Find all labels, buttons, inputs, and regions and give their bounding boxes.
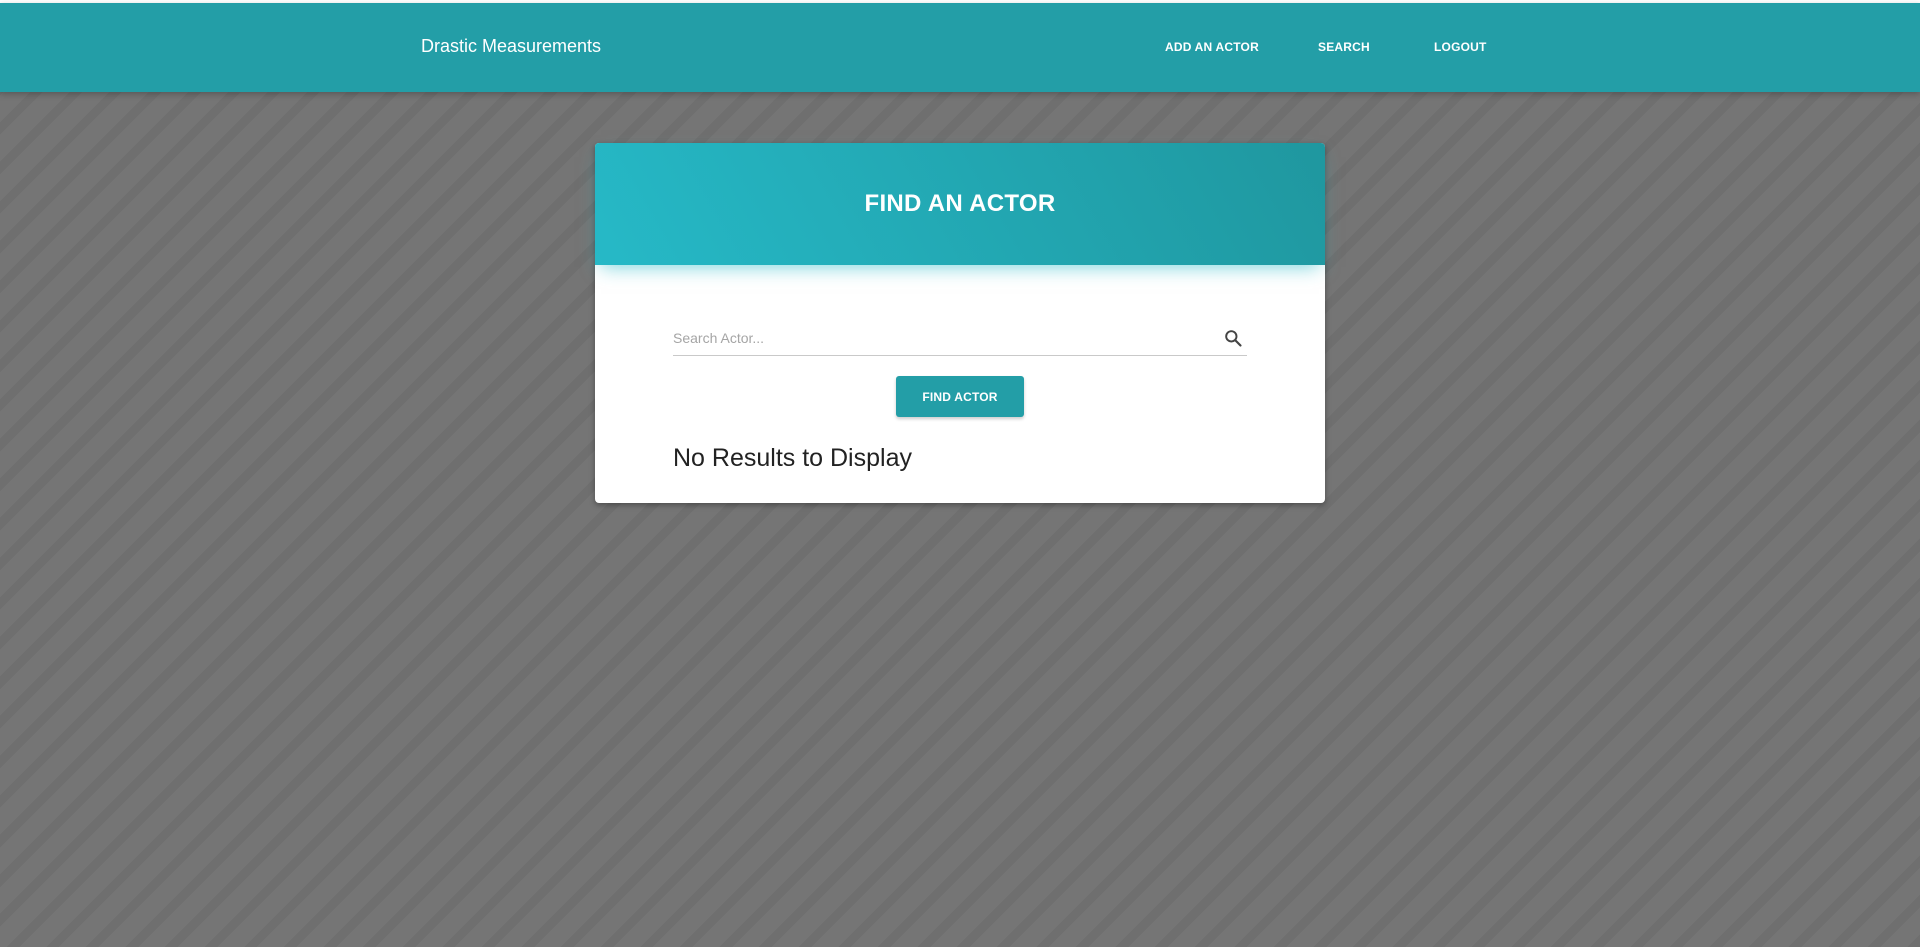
search-field (673, 323, 1247, 356)
card-title: FIND AN ACTOR (864, 190, 1056, 217)
navbar: Drastic Measurements ADD AN ACTOR SEARCH… (0, 3, 1920, 92)
nav-add-actor-link[interactable]: ADD AN ACTOR (1165, 40, 1259, 54)
nav-search-link[interactable]: SEARCH (1318, 40, 1370, 54)
brand-link[interactable]: Drastic Measurements (421, 36, 601, 57)
card-header: FIND AN ACTOR (595, 143, 1325, 265)
find-actor-button[interactable]: FIND ACTOR (896, 376, 1024, 417)
search-icon[interactable] (1223, 328, 1243, 348)
search-input[interactable] (673, 323, 1213, 353)
nav-logout-link[interactable]: LOGOUT (1434, 40, 1487, 54)
find-actor-card: FIND AN ACTOR FIND ACTOR No Results to D… (595, 143, 1325, 503)
results-message: No Results to Display (673, 444, 912, 472)
